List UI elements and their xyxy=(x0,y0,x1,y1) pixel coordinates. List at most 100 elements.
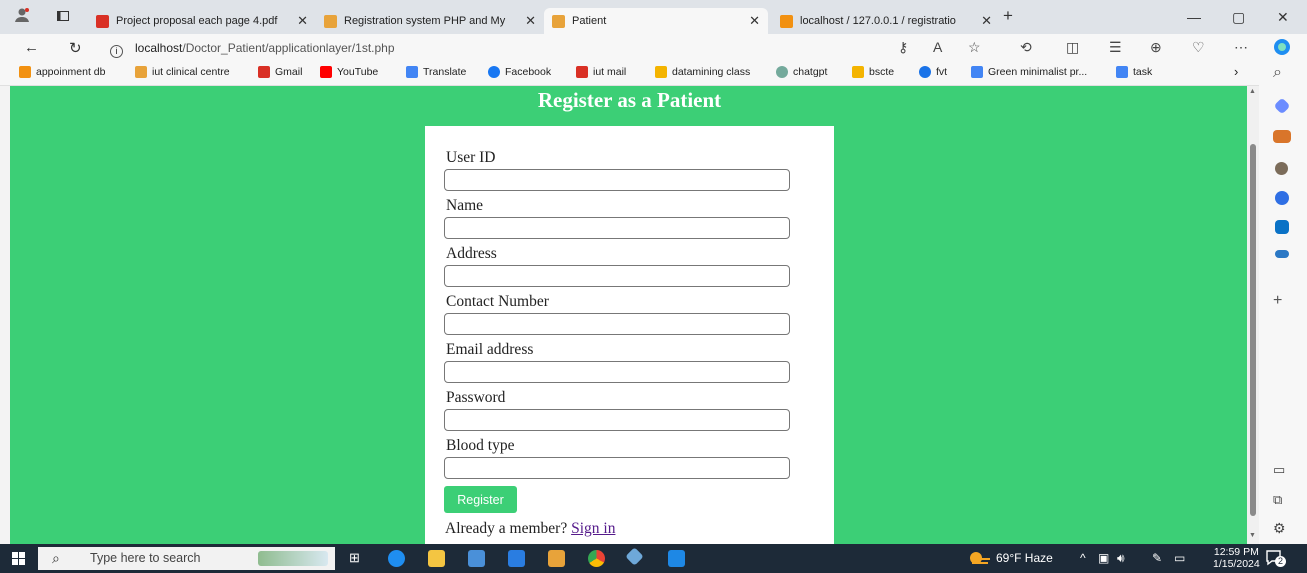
split-screen-icon[interactable]: ◫ xyxy=(1066,39,1079,56)
facebook-icon xyxy=(488,66,500,78)
password-input[interactable] xyxy=(444,409,790,431)
minimize-icon[interactable]: — xyxy=(1187,9,1201,25)
bookmark-iut-mail[interactable]: iut mail xyxy=(576,66,626,78)
address-input[interactable] xyxy=(444,265,790,287)
task-view-icon[interactable]: ⊞ xyxy=(349,550,366,567)
back-arrow-icon[interactable]: ← xyxy=(24,39,39,56)
copilot-icon[interactable] xyxy=(1273,38,1291,59)
bookmark-task[interactable]: task xyxy=(1116,66,1152,78)
close-icon[interactable]: ✕ xyxy=(973,13,992,29)
favorite-star-icon[interactable]: ☆ xyxy=(968,39,981,56)
scroll-down-icon[interactable]: ▼ xyxy=(1249,532,1256,539)
new-tab-button[interactable]: + xyxy=(1003,6,1013,26)
contact-number-input[interactable] xyxy=(444,313,790,335)
extensions-icon[interactable]: ⟲ xyxy=(1020,39,1032,56)
email-input[interactable] xyxy=(444,361,790,383)
notification-icon[interactable]: 2 xyxy=(1266,550,1286,569)
tab-pdf[interactable]: Project proposal each page 4.pdf ✕ xyxy=(88,8,316,34)
chevron-right-icon[interactable]: › xyxy=(1234,64,1238,79)
bookmark-bscte[interactable]: bscte xyxy=(852,66,894,78)
blood-type-input[interactable] xyxy=(444,457,790,479)
sidebar-layout-icon[interactable]: ▭ xyxy=(1273,462,1291,480)
settings-gear-icon[interactable]: ⚙ xyxy=(1273,520,1291,538)
tab-phpmyadmin[interactable]: localhost / 127.0.0.1 / registratio ✕ xyxy=(772,8,1000,34)
git-icon[interactable] xyxy=(625,547,644,566)
bookmark-label: Green minimalist pr... xyxy=(988,66,1088,78)
read-aloud-icon[interactable]: A xyxy=(933,39,942,55)
user-id-input[interactable] xyxy=(444,169,790,191)
label-email-address: Email address xyxy=(446,341,534,358)
edge-icon[interactable] xyxy=(388,550,405,567)
outlook-icon[interactable] xyxy=(1275,220,1289,234)
external-link-icon[interactable]: ⧉ xyxy=(1273,492,1291,510)
refresh-icon[interactable]: ↻ xyxy=(69,39,82,57)
weather-icon[interactable] xyxy=(968,550,990,569)
sign-in-link[interactable]: Sign in xyxy=(571,520,615,537)
page-title: Register as a Patient xyxy=(537,88,722,112)
label-password: Password xyxy=(446,389,506,406)
xampp-icon[interactable] xyxy=(548,550,565,567)
bookmark-iut-clinical-centre[interactable]: iut clinical centre xyxy=(135,66,230,78)
bookmark-gmail[interactable]: Gmail xyxy=(258,66,302,78)
scroll-up-icon[interactable]: ▲ xyxy=(1249,88,1256,95)
tab-patient[interactable]: Patient ✕ xyxy=(544,8,768,34)
volume-icon[interactable]: 🔊︎ xyxy=(1117,551,1125,566)
url-host: localhost xyxy=(135,41,183,55)
taskbar-search-box[interactable]: ⌕ Type here to search xyxy=(38,547,335,570)
gmail-icon xyxy=(576,66,588,78)
bookmark-appoinment-db[interactable]: appoinment db xyxy=(19,66,105,78)
bookmark-chatgpt[interactable]: chatgpt xyxy=(776,66,827,78)
file-explorer-icon[interactable] xyxy=(428,550,445,567)
bookmark-youtube[interactable]: YouTube xyxy=(320,66,378,78)
vertical-scrollbar[interactable]: ▲ ▼ xyxy=(1247,86,1259,544)
profile-icon[interactable] xyxy=(14,7,30,26)
register-button[interactable]: Register xyxy=(444,486,517,513)
send-icon[interactable] xyxy=(1275,250,1289,258)
microsoft-365-icon[interactable] xyxy=(1275,191,1289,205)
close-icon[interactable]: ✕ xyxy=(289,13,308,29)
info-icon[interactable]: i xyxy=(110,45,123,58)
chrome-icon[interactable] xyxy=(588,550,605,567)
bookmark-fvt[interactable]: fvt xyxy=(919,66,947,78)
key-icon[interactable]: ⚷ xyxy=(898,39,908,56)
weather-text[interactable]: 69°F Haze xyxy=(996,551,1053,565)
close-icon[interactable]: ✕ xyxy=(517,13,536,29)
badge-icon xyxy=(1116,66,1128,78)
label-user-id: User ID xyxy=(446,149,496,166)
battery-icon[interactable]: ▭ xyxy=(1174,551,1185,565)
restore-icon[interactable]: ▢ xyxy=(1232,9,1245,26)
tab-registration-system[interactable]: Registration system PHP and My ✕ xyxy=(316,8,544,34)
window-close-icon[interactable]: ✕ xyxy=(1277,9,1289,26)
vscode-icon[interactable] xyxy=(668,550,685,567)
add-icon[interactable]: + xyxy=(1273,292,1291,310)
windows-start-icon[interactable] xyxy=(12,552,25,570)
shopping-tag-icon[interactable] xyxy=(1273,97,1291,115)
collections-icon[interactable]: ⊕ xyxy=(1150,39,1162,56)
tab-actions-icon[interactable] xyxy=(57,9,69,25)
close-icon[interactable]: ✕ xyxy=(741,13,760,29)
taskbar-clock[interactable]: 12:59 PM 1/15/2024 xyxy=(1213,546,1260,570)
performance-icon[interactable]: ♡ xyxy=(1192,39,1205,56)
bookmark-green-minimalist[interactable]: Green minimalist pr... xyxy=(971,66,1087,78)
store-icon[interactable] xyxy=(468,550,485,567)
network-icon[interactable]: ▣ xyxy=(1098,551,1109,565)
classroom-icon xyxy=(852,66,864,78)
pdf-icon xyxy=(96,14,109,28)
bookmark-translate[interactable]: Translate xyxy=(406,66,466,78)
pen-icon[interactable]: ✎ xyxy=(1152,551,1162,565)
bookmark-facebook[interactable]: Facebook xyxy=(488,66,551,78)
games-icon[interactable] xyxy=(1275,162,1288,175)
more-menu-icon[interactable]: ⋯ xyxy=(1234,39,1248,56)
scroll-thumb[interactable] xyxy=(1250,144,1256,516)
bookmark-datamining-class[interactable]: datamining class xyxy=(655,66,750,78)
address-bar[interactable]: i localhost/Doctor_Patient/applicationlay… xyxy=(110,38,890,58)
favorites-icon[interactable]: ☰ xyxy=(1109,39,1122,56)
search-icon[interactable]: ⌕ xyxy=(1273,64,1291,82)
bookmark-label: iut mail xyxy=(593,66,627,78)
tools-briefcase-icon[interactable] xyxy=(1273,130,1291,143)
label-blood-type: Blood type xyxy=(446,437,515,454)
chevron-up-icon[interactable]: ^ xyxy=(1080,551,1086,565)
name-input[interactable] xyxy=(444,217,790,239)
mail-icon[interactable] xyxy=(508,550,525,567)
bookmark-label: chatgpt xyxy=(793,66,828,78)
